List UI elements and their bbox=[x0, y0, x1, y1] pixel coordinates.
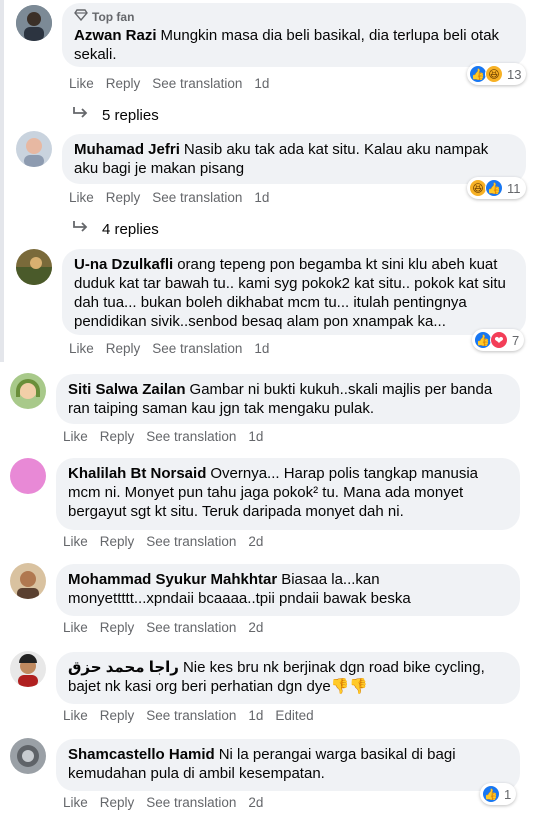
like-reaction-icon: 👍 bbox=[482, 785, 500, 803]
avatar[interactable] bbox=[16, 249, 52, 285]
diamond-icon bbox=[74, 9, 88, 24]
replies-count: 5 replies bbox=[102, 106, 159, 124]
timestamp[interactable]: 1d bbox=[254, 341, 269, 356]
comment-actions: Like Reply See translation 2d bbox=[63, 795, 275, 810]
reaction-summary[interactable]: 👍 1 bbox=[480, 783, 517, 805]
like-button[interactable]: Like bbox=[63, 708, 88, 723]
commenter-name[interactable]: راجا محمد حزق bbox=[68, 659, 179, 676]
avatar[interactable] bbox=[10, 373, 46, 409]
timestamp[interactable]: 2d bbox=[248, 620, 263, 635]
comment-bubble: Mohammad Syukur Mahkhtar Biasaa la...kan … bbox=[56, 564, 520, 616]
commenter-name[interactable]: Muhamad Jefri bbox=[74, 141, 180, 158]
timestamp[interactable]: 1d bbox=[254, 190, 269, 205]
reaction-count: 1 bbox=[504, 786, 512, 802]
see-translation-link[interactable]: See translation bbox=[146, 620, 236, 635]
commenter-name[interactable]: Mohammad Syukur Mahkhtar bbox=[68, 571, 277, 588]
avatar[interactable] bbox=[16, 131, 52, 167]
replies-count: 4 replies bbox=[102, 220, 159, 238]
like-button[interactable]: Like bbox=[69, 190, 94, 205]
comment-actions: Like Reply See translation 1d bbox=[69, 341, 281, 356]
comment-actions: Like Reply See translation 2d bbox=[63, 620, 275, 635]
commenter-name[interactable]: Azwan Razi bbox=[74, 27, 157, 44]
avatar[interactable] bbox=[10, 738, 46, 774]
like-button[interactable]: Like bbox=[63, 620, 88, 635]
timestamp[interactable]: 1d bbox=[248, 708, 263, 723]
like-button[interactable]: Like bbox=[69, 341, 94, 356]
see-translation-link[interactable]: See translation bbox=[146, 795, 236, 810]
reaction-count: 7 bbox=[512, 332, 520, 348]
timestamp[interactable]: 2d bbox=[248, 795, 263, 810]
comment-actions: Like Reply See translation 2d bbox=[63, 534, 275, 549]
timestamp[interactable]: 1d bbox=[248, 429, 263, 444]
commenter-name[interactable]: Khalilah Bt Norsaid bbox=[68, 465, 206, 482]
see-translation-link[interactable]: See translation bbox=[152, 76, 242, 91]
comment-bubble: Shamcastello Hamid Ni la perangai warga b… bbox=[56, 739, 520, 791]
see-translation-link[interactable]: See translation bbox=[146, 708, 236, 723]
reply-button[interactable]: Reply bbox=[100, 795, 135, 810]
reply-button[interactable]: Reply bbox=[106, 76, 141, 91]
timestamp[interactable]: 2d bbox=[248, 534, 263, 549]
reply-button[interactable]: Reply bbox=[100, 708, 135, 723]
reply-arrow-icon bbox=[72, 220, 88, 238]
reaction-summary[interactable]: 👍 ❤ 7 bbox=[472, 329, 525, 351]
comment-bubble: Muhamad Jefri Nasib aku tak ada kat situ.… bbox=[62, 134, 526, 184]
reply-arrow-icon bbox=[72, 106, 88, 124]
edited-label[interactable]: Edited bbox=[275, 708, 313, 723]
like-button[interactable]: Like bbox=[63, 429, 88, 444]
see-translation-link[interactable]: See translation bbox=[146, 534, 236, 549]
like-button[interactable]: Like bbox=[63, 534, 88, 549]
reply-button[interactable]: Reply bbox=[100, 534, 135, 549]
like-button[interactable]: Like bbox=[69, 76, 94, 91]
commenter-name[interactable]: Shamcastello Hamid bbox=[68, 746, 215, 763]
commenter-name[interactable]: U-na Dzulkafli bbox=[74, 256, 173, 273]
reaction-count: 11 bbox=[507, 180, 521, 196]
comment-actions: Like Reply See translation 1d bbox=[63, 429, 275, 444]
comment-bubble: راجا محمد حزق Nie kes bru nk berjinak dgn… bbox=[56, 652, 520, 704]
reaction-count: 13 bbox=[507, 66, 522, 82]
love-reaction-icon: ❤ bbox=[490, 331, 508, 349]
comment-actions: Like Reply See translation 1d bbox=[69, 76, 281, 91]
reaction-summary[interactable]: 😆 👍 11 bbox=[467, 177, 526, 199]
reply-button[interactable]: Reply bbox=[100, 429, 135, 444]
comment-bubble: Khalilah Bt Norsaid Overnya... Harap poli… bbox=[56, 458, 520, 530]
view-replies-button[interactable]: 5 replies bbox=[72, 106, 159, 124]
reply-button[interactable]: Reply bbox=[106, 341, 141, 356]
comment-bubble: Top fan Azwan Razi Mungkin masa dia beli … bbox=[62, 3, 526, 67]
avatar[interactable] bbox=[10, 563, 46, 599]
reply-thread-line bbox=[0, 0, 4, 362]
reaction-summary[interactable]: 👍 😆 13 bbox=[467, 63, 527, 85]
reply-button[interactable]: Reply bbox=[100, 620, 135, 635]
top-fan-badge: Top fan bbox=[74, 9, 514, 24]
haha-reaction-icon: 😆 bbox=[485, 65, 503, 83]
timestamp[interactable]: 1d bbox=[254, 76, 269, 91]
comment-actions: Like Reply See translation 1d bbox=[69, 190, 281, 205]
comment-actions: Like Reply See translation 1d Edited bbox=[63, 708, 326, 723]
view-replies-button[interactable]: 4 replies bbox=[72, 220, 159, 238]
comment-bubble: Siti Salwa Zailan Gambar ni bukti kukuh..… bbox=[56, 374, 520, 424]
reply-button[interactable]: Reply bbox=[106, 190, 141, 205]
avatar[interactable] bbox=[16, 5, 52, 41]
see-translation-link[interactable]: See translation bbox=[152, 190, 242, 205]
avatar[interactable] bbox=[10, 458, 46, 494]
see-translation-link[interactable]: See translation bbox=[146, 429, 236, 444]
like-reaction-icon: 👍 bbox=[485, 179, 503, 197]
see-translation-link[interactable]: See translation bbox=[152, 341, 242, 356]
like-button[interactable]: Like bbox=[63, 795, 88, 810]
comment-bubble: U-na Dzulkafli orang tepeng pon begamba k… bbox=[62, 249, 526, 335]
commenter-name[interactable]: Siti Salwa Zailan bbox=[68, 381, 186, 398]
avatar[interactable] bbox=[10, 651, 46, 687]
thumbs-down-emoji: 👎👎 bbox=[330, 678, 369, 695]
